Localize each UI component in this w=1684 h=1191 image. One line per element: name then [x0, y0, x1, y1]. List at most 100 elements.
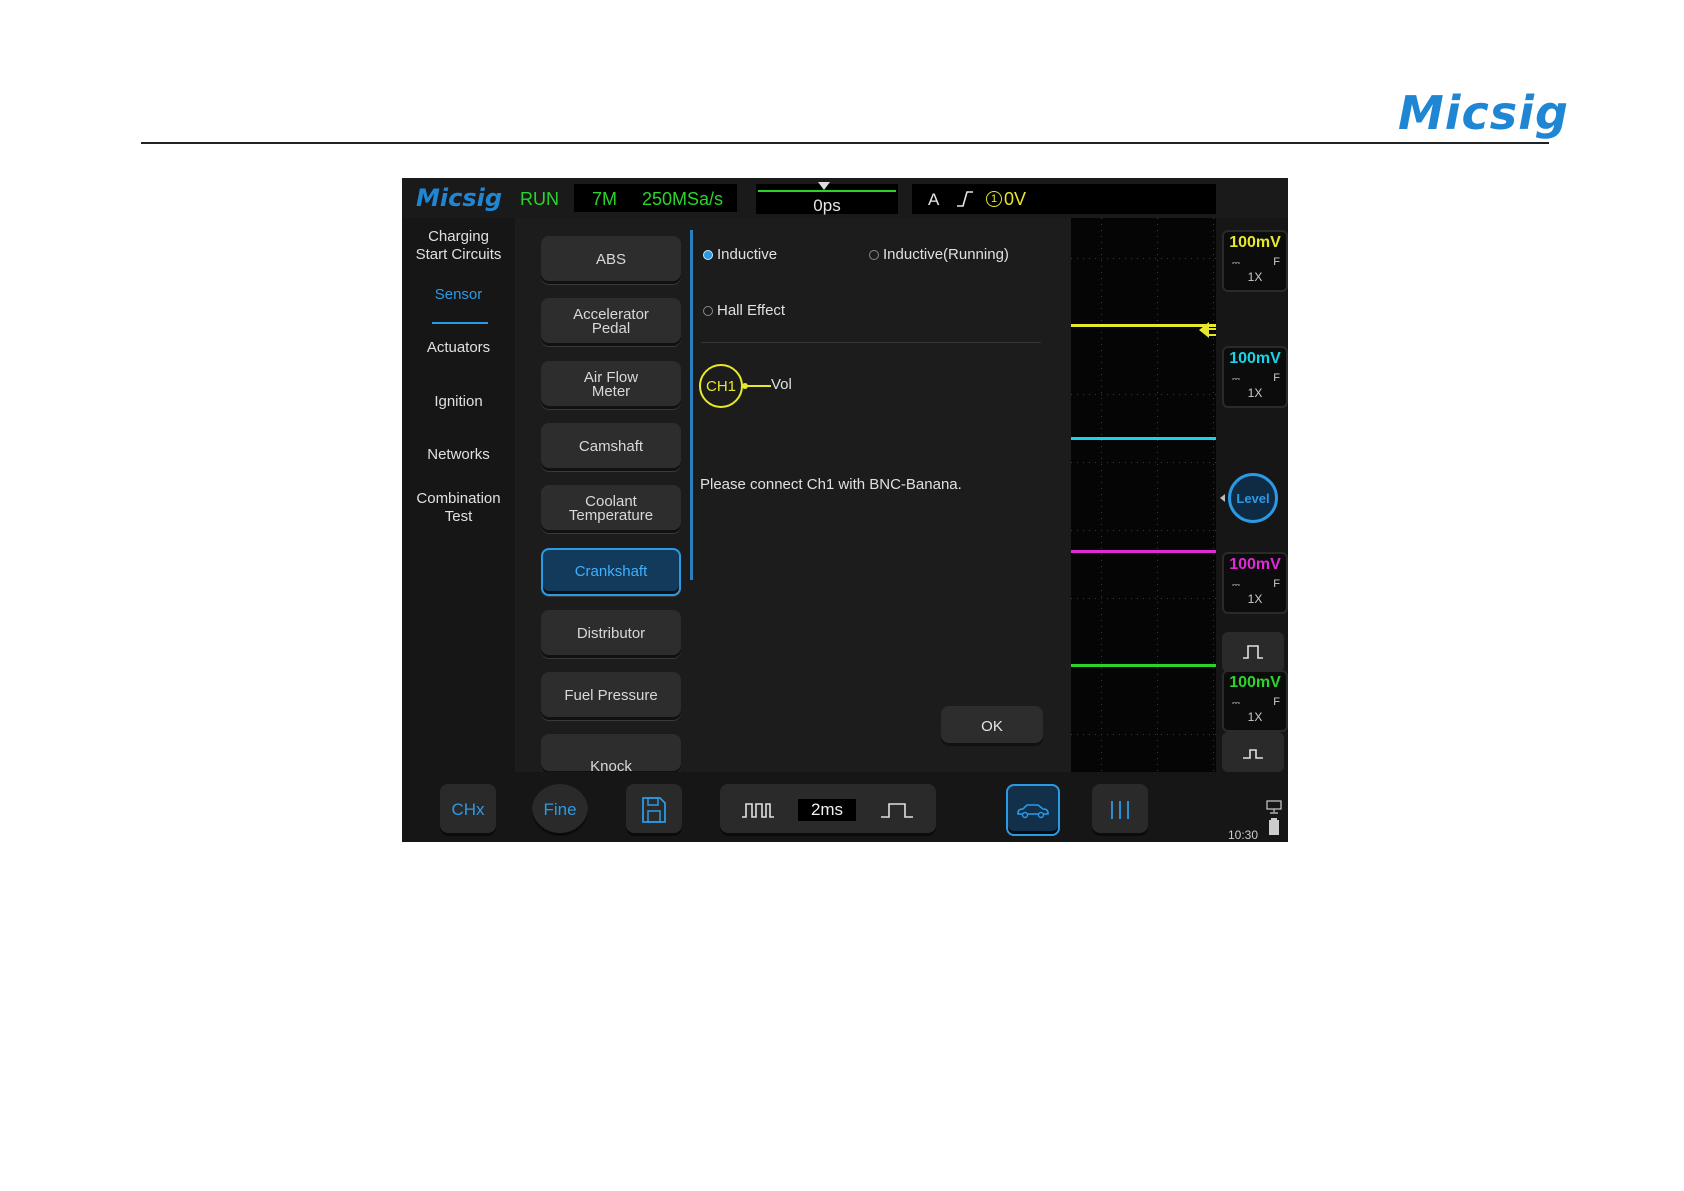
sensor-button-label: Fuel Pressure	[564, 687, 658, 704]
channel-probe-ratio: 1X	[1247, 386, 1263, 400]
grid-line	[1071, 394, 1216, 395]
cursor-lines-icon	[1111, 801, 1129, 819]
trigger-level-arrow-icon[interactable]	[1199, 322, 1209, 338]
ch3-trace	[1071, 550, 1219, 553]
waveform-display[interactable]	[1071, 218, 1219, 772]
channel-4-settings[interactable]: 100mV ⎓ F 1X	[1222, 670, 1288, 732]
grid-line	[1101, 218, 1102, 772]
option-inductive[interactable]: Inductive	[703, 246, 777, 263]
grid-line	[1157, 218, 1158, 772]
option-label: Hall Effect	[717, 302, 786, 319]
channel-scale: 100mV	[1229, 350, 1281, 367]
dc-coupling-icon: ⎓	[1232, 698, 1240, 709]
sensor-button-fuel-pressure[interactable]: Fuel Pressure	[541, 672, 681, 720]
grid-line	[1071, 530, 1216, 531]
nav-item-combination-test[interactable]: Combination Test	[402, 490, 515, 526]
document-header-rule	[141, 142, 1549, 144]
dc-coupling-icon: ⎓	[1232, 258, 1240, 269]
single-pulse-icon	[1243, 749, 1263, 759]
channel-bandwidth: F	[1273, 578, 1280, 590]
category-nav: Charging Start Circuits Sensor Actuators…	[402, 218, 515, 772]
sensor-button-label: Meter	[591, 383, 631, 400]
channel-1-settings[interactable]: 100mV ⎓ F 1X	[1222, 230, 1288, 292]
sensor-list-scrollbar[interactable]	[690, 230, 693, 580]
sensor-button-label: ABS	[595, 251, 626, 268]
battery-icon	[1269, 818, 1279, 835]
nav-item-actuators[interactable]: Actuators	[402, 339, 515, 357]
probe-label: Vol	[771, 376, 792, 393]
channel-scale-up-button[interactable]	[1222, 632, 1284, 672]
nav-item-networks[interactable]: Networks	[402, 446, 515, 464]
channel-scale: 100mV	[1229, 234, 1281, 251]
ok-button[interactable]: OK	[941, 706, 1043, 746]
bottom-toolbar: CHx Fine 2ms	[402, 772, 1216, 842]
sample-rate: 250MSa/s	[642, 189, 724, 209]
app-logo: Micsig	[416, 184, 503, 212]
nav-item-ignition[interactable]: Ignition	[402, 393, 515, 411]
nav-item-label: Networks	[427, 446, 490, 463]
channel-select-button[interactable]: CHx	[440, 784, 496, 836]
horizontal-position[interactable]: 0ps	[756, 182, 898, 215]
timebase-decrease-button[interactable]	[728, 794, 788, 826]
sensor-list[interactable]: ABS Accelerator Pedal Air Flow Meter Camsh…	[515, 218, 685, 772]
top-status-bar: Micsig RUN 7M 250MSa/s 0ps A 1 0V	[402, 178, 1288, 218]
channel-bandwidth: F	[1273, 372, 1280, 384]
trigger-mode: A	[928, 190, 940, 209]
caret-left-icon	[1220, 494, 1225, 502]
channel-2-settings[interactable]: 100mV ⎓ F 1X	[1222, 346, 1288, 408]
save-button[interactable]	[626, 784, 682, 836]
sensor-button-abs[interactable]: ABS	[541, 236, 681, 284]
probe-channel-badge: CH1	[699, 364, 743, 408]
cursor-button[interactable]	[1092, 784, 1148, 836]
fine-adjust-button[interactable]: Fine	[532, 784, 588, 836]
run-stop-status[interactable]: RUN	[520, 189, 559, 210]
nav-item-label: Combination	[416, 490, 501, 507]
nav-item-label: Sensor	[434, 286, 483, 303]
nav-item-label: Actuators	[426, 339, 491, 356]
sensor-button-camshaft[interactable]: Camshaft	[541, 423, 681, 471]
option-label: Inductive	[717, 246, 778, 263]
sensor-button-air-flow-meter[interactable]: Air Flow Meter	[541, 361, 681, 409]
dc-coupling-icon: ⎓	[1232, 374, 1240, 385]
trigger-position-marker-icon	[818, 182, 830, 190]
ch1-trace	[1071, 324, 1219, 327]
channel-scale-down-button[interactable]	[1222, 732, 1284, 772]
channel-3-settings[interactable]: 100mV ⎓ F 1X	[1222, 552, 1288, 614]
nav-item-sensor[interactable]: Sensor	[402, 286, 515, 304]
trigger-info[interactable]: A 1 0V	[912, 184, 1216, 214]
timebase-increase-button[interactable]	[866, 794, 928, 826]
trigger-source-badge: 1	[986, 191, 1002, 207]
nav-item-label: Test	[444, 508, 473, 525]
timebase-control: 2ms	[720, 784, 936, 836]
channel-scale: 100mV	[1229, 674, 1281, 691]
option-hall-effect[interactable]: Hall Effect	[703, 302, 785, 319]
option-inductive-running[interactable]: Inductive(Running)	[869, 246, 1009, 263]
trigger-level-knob[interactable]: Level	[1228, 473, 1278, 523]
radio-selected-icon	[703, 249, 713, 260]
sensor-button-knock[interactable]: Knock	[541, 734, 681, 772]
radio-unselected-icon	[703, 305, 713, 316]
grid-line	[1071, 734, 1216, 735]
sensor-button-crankshaft[interactable]: Crankshaft	[541, 548, 681, 596]
sensor-button-label: Pedal	[591, 320, 631, 337]
rising-edge-icon	[957, 191, 973, 207]
sensor-button-label: Camshaft	[578, 438, 644, 455]
sensor-button-label: Temperature	[568, 507, 654, 524]
acquisition-info[interactable]: 7M 250MSa/s	[574, 184, 737, 212]
memory-window-bar	[758, 190, 896, 192]
nav-item-label: Start Circuits	[415, 246, 502, 263]
single-pulse-icon	[881, 803, 913, 818]
sensor-button-distributor[interactable]: Distributor	[541, 610, 681, 658]
channel-probe-ratio: 1X	[1247, 710, 1263, 724]
sensor-button-accelerator-pedal[interactable]: Accelerator Pedal	[541, 298, 681, 346]
sensor-button-label: Distributor	[576, 625, 646, 642]
trigger-level-value: 0V	[1004, 189, 1027, 209]
nav-item-charging-start-circuits[interactable]: Charging Start Circuits	[402, 228, 515, 264]
display-icon	[1266, 800, 1282, 814]
oscilloscope-screen: Micsig RUN 7M 250MSa/s 0ps A 1 0V Chargi…	[402, 178, 1288, 842]
sensor-button-coolant-temperature[interactable]: Coolant Temperature	[541, 485, 681, 533]
channel-sidebar: 100mV ⎓ F 1X 100mV ⎓ F 1X Level 100mV ⎓ …	[1216, 218, 1288, 842]
sensor-button-label: Knock	[590, 758, 632, 772]
document-logo: Micsig	[1398, 86, 1569, 140]
auto-mode-button[interactable]	[1006, 784, 1060, 836]
